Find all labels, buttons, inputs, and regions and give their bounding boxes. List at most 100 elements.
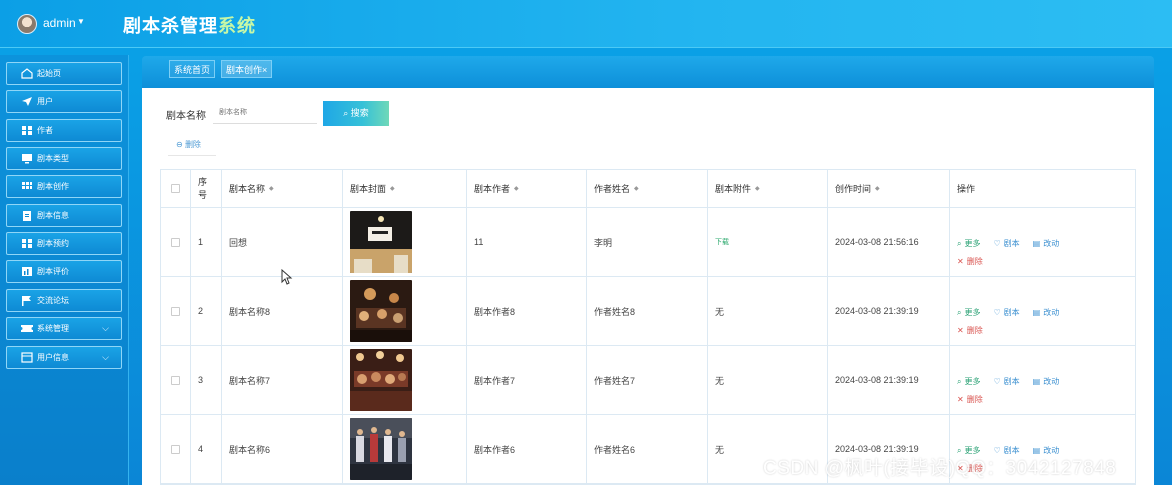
sidebar-item-forum[interactable]: 交流论坛 (6, 289, 122, 312)
header-author-name-label: 作者姓名 (594, 184, 631, 194)
more-label: 更多 (964, 377, 981, 386)
sidebar-item-user-info[interactable]: 用户信息 ⌵ (6, 346, 122, 369)
cell-name: 剧本名称8 (222, 277, 343, 345)
cell-attachment: 无 (708, 277, 828, 345)
cell-created: 2024-03-08 21:56:16 (828, 208, 950, 276)
sort-icon[interactable]: ◆ (634, 185, 639, 192)
sidebar-item-system-management[interactable]: 系统管理 ⌵ (6, 317, 122, 340)
search-button[interactable]: ⌕ 搜索 (323, 101, 389, 126)
edit-label: 改动 (1043, 377, 1060, 386)
more-button[interactable]: ⌕ 更多 (957, 375, 980, 388)
header-select-all[interactable] (161, 170, 191, 207)
sidebar-item-label: 用户信息 (37, 353, 69, 362)
mouse-cursor-icon (281, 269, 293, 285)
row-checkbox[interactable] (171, 444, 180, 454)
edit-button[interactable]: ▤ 改动 (1033, 375, 1060, 388)
header-attachment[interactable]: 剧本附件 ◆ (708, 170, 828, 207)
ops-line: ✕ 删除 (957, 250, 1137, 266)
caret-down-icon[interactable]: ▼ (77, 17, 85, 26)
script-button[interactable]: ♡ 剧本 (993, 237, 1019, 250)
row-select[interactable] (161, 415, 191, 483)
sidebar-item-script-info[interactable]: 剧本信息 (6, 204, 122, 227)
header-cover[interactable]: 剧本封面 ◆ (343, 170, 467, 207)
delete-button[interactable]: ✕ 删除 (957, 326, 983, 335)
script-button[interactable]: ♡ 剧本 (993, 306, 1019, 319)
download-link[interactable]: 下载 (715, 237, 729, 247)
edit-button[interactable]: ▤ 改动 (1033, 306, 1060, 319)
table-header: 序号 剧本名称 ◆ 剧本封面 ◆ 剧本作者 ◆ 作者姓名 ◆ 剧本附件 ◆ 创作时间 ◆ 操… (161, 170, 1135, 208)
apps-icon (22, 182, 32, 189)
panel-icon (21, 352, 33, 363)
cover-image[interactable] (350, 349, 412, 411)
more-button[interactable]: ⌕ 更多 (957, 237, 980, 250)
sidebar-item-users[interactable]: 用户 (6, 90, 122, 113)
cell-name: 剧本名称6 (222, 415, 343, 483)
header-author[interactable]: 剧本作者 ◆ (467, 170, 587, 207)
row-actions: ⌕ 更多 ♡ 剧本 ▤ 改动 ✕ 删除 (957, 290, 1137, 336)
script-button[interactable]: ♡ 剧本 (993, 375, 1019, 388)
search-icon: ⌕ (957, 238, 962, 248)
sort-icon[interactable]: ◆ (755, 185, 760, 192)
row-actions: ⌕ 更多 ♡ 剧本 ▤ 改动 ✕ 删除 (957, 221, 1137, 267)
script-label: 剧本 (1003, 308, 1020, 317)
cover-image[interactable] (350, 211, 412, 273)
row-checkbox[interactable] (171, 375, 180, 385)
grid-icon (22, 239, 32, 248)
header-seq-label: 序号 (198, 176, 208, 200)
monitor-icon (22, 154, 32, 164)
ops-line: ✕ 删除 (957, 388, 1137, 404)
avatar[interactable] (17, 14, 37, 34)
row-select[interactable] (161, 346, 191, 414)
header-name[interactable]: 剧本名称 ◆ (222, 170, 343, 207)
tab-script-creation[interactable]: 剧本创作× (221, 60, 273, 78)
header-author-name[interactable]: 作者姓名 ◆ (587, 170, 708, 207)
tab-home[interactable]: 系统首页 (169, 60, 216, 78)
app-title-main: 剧本杀管理 (123, 16, 218, 36)
delete-label: 删除 (184, 140, 201, 149)
more-label: 更多 (964, 308, 981, 317)
sidebar-item-script-reviews[interactable]: 剧本评价 (6, 260, 122, 283)
tab-home-label: 系统首页 (174, 65, 211, 75)
username[interactable]: admin (43, 16, 76, 30)
row-select[interactable] (161, 208, 191, 276)
sidebar: 起始页 用户 作者 剧本类型 剧本创作 剧本信息 剧本预约 剧本评价 交流论坛 … (0, 55, 129, 485)
row-actions: ⌕ 更多 ♡ 剧本 ▤ 改动 ✕ 删除 (957, 359, 1137, 405)
delete-button[interactable]: ✕ 删除 (957, 395, 983, 404)
sort-icon[interactable]: ◆ (269, 185, 274, 192)
close-icon[interactable]: × (262, 65, 267, 75)
row-select[interactable] (161, 277, 191, 345)
cell-seq: 2 (191, 277, 222, 345)
edit-icon: ▤ (1032, 377, 1041, 386)
sort-icon[interactable]: ◆ (390, 185, 395, 192)
row-checkbox[interactable] (171, 237, 180, 247)
row-checkbox[interactable] (171, 306, 180, 316)
sidebar-item-home[interactable]: 起始页 (6, 62, 122, 85)
chevron-down-icon[interactable]: ⌵ (102, 347, 109, 368)
cell-author-name: 李明 (587, 208, 708, 276)
header-attachment-label: 剧本附件 (715, 184, 752, 194)
home-icon (21, 68, 33, 79)
header-ops: 操作 (950, 170, 1137, 207)
select-all-checkbox[interactable] (171, 184, 180, 193)
sort-icon[interactable]: ◆ (875, 185, 880, 192)
cover-image[interactable] (350, 418, 412, 480)
sidebar-item-script-types[interactable]: 剧本类型 (6, 147, 122, 170)
sidebar-item-label: 作者 (37, 126, 53, 135)
sidebar-item-label: 剧本评价 (37, 267, 69, 276)
sidebar-item-script-creation[interactable]: 剧本创作 (6, 175, 122, 198)
sidebar-item-authors[interactable]: 作者 (6, 119, 122, 142)
sidebar-item-script-booking[interactable]: 剧本预约 (6, 232, 122, 255)
app-title: 剧本杀管理系统 (123, 12, 256, 38)
batch-delete-button[interactable]: ⊖ 删除 (168, 134, 216, 156)
cell-attachment: 无 (708, 346, 828, 414)
chevron-down-icon[interactable]: ⌵ (102, 318, 109, 339)
edit-button[interactable]: ▤ 改动 (1033, 237, 1060, 250)
cover-image[interactable] (350, 280, 412, 342)
cell-author: 11 (467, 208, 587, 276)
more-button[interactable]: ⌕ 更多 (957, 306, 980, 319)
close-icon: ✕ (957, 395, 964, 404)
search-input[interactable] (213, 102, 317, 124)
sort-icon[interactable]: ◆ (514, 185, 519, 192)
header-created[interactable]: 创作时间 ◆ (828, 170, 950, 207)
delete-button[interactable]: ✕ 删除 (957, 257, 983, 266)
